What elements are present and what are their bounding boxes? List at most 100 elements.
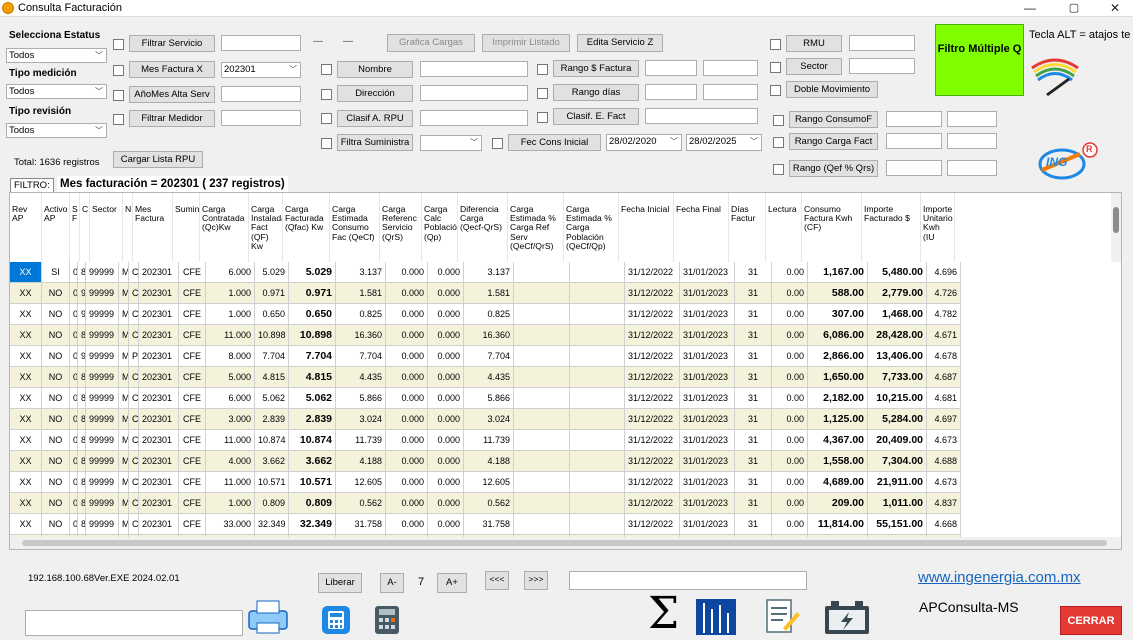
table-cell[interactable]: 0.562	[336, 493, 386, 514]
table-cell[interactable]	[570, 430, 625, 451]
table-cell[interactable]: 31	[735, 367, 772, 388]
table-cell[interactable]: 4.678	[927, 346, 961, 367]
rango-qef-button[interactable]: Rango (Qef % Qrs)	[789, 160, 878, 177]
table-cell[interactable]: 99999	[86, 472, 119, 493]
table-cell[interactable]	[514, 409, 570, 430]
table-cell[interactable]: 4.668	[927, 514, 961, 535]
table-cell[interactable]: 99999	[86, 493, 119, 514]
table-cell[interactable]: 0.562	[464, 493, 514, 514]
table-cell[interactable]: 4.815	[289, 367, 336, 388]
table-cell[interactable]	[514, 304, 570, 325]
table-cell[interactable]: M	[119, 388, 129, 409]
table-cell[interactable]: C	[129, 304, 139, 325]
nombre-input[interactable]	[420, 61, 528, 77]
table-cell[interactable]: XX	[10, 367, 42, 388]
table-cell[interactable]: 0.000	[428, 346, 464, 367]
revision-select[interactable]: Todos ﹀	[6, 123, 107, 138]
table-cell[interactable]: 0.	[70, 409, 78, 430]
table-cell[interactable]: 0.	[70, 472, 78, 493]
table-cell[interactable]: 99999	[86, 430, 119, 451]
table-cell[interactable]: M	[119, 346, 129, 367]
table-cell[interactable]	[570, 283, 625, 304]
table-cell[interactable]: M	[119, 451, 129, 472]
direccion-input[interactable]	[420, 85, 528, 101]
table-cell[interactable]: CFE	[179, 304, 206, 325]
table-cell[interactable]: 7,733.00	[868, 367, 927, 388]
mes-factura-button[interactable]: Mes Factura X	[129, 61, 215, 78]
rango-factura-checkbox[interactable]	[537, 64, 548, 75]
table-cell[interactable]: 202301	[139, 388, 179, 409]
column-header[interactable]: Diferencia Carga (Qecf-QrS)	[458, 193, 508, 262]
rango-factura-button[interactable]: Rango $ Factura	[553, 60, 639, 77]
table-cell[interactable]: 5.062	[255, 388, 289, 409]
table-cell[interactable]: XX	[10, 304, 42, 325]
table-cell[interactable]: 0.000	[386, 493, 428, 514]
table-cell[interactable]: XX	[10, 325, 42, 346]
table-cell[interactable]: 11.739	[464, 430, 514, 451]
table-cell[interactable]: 10,215.00	[868, 388, 927, 409]
table-cell[interactable]: 0.000	[386, 325, 428, 346]
estatus-select[interactable]: Todos ﹀	[6, 48, 107, 63]
table-cell[interactable]: 307.00	[808, 304, 868, 325]
table-cell[interactable]: XX	[10, 346, 42, 367]
table-cell[interactable]: 9.	[78, 304, 86, 325]
table-cell[interactable]: M	[119, 430, 129, 451]
rango-consumo-min[interactable]	[886, 111, 942, 127]
rango-dias-min[interactable]	[645, 84, 697, 100]
column-header[interactable]: Activo AP	[42, 193, 70, 262]
table-cell[interactable]: 99999	[86, 283, 119, 304]
table-cell[interactable]: 99999	[86, 304, 119, 325]
table-cell[interactable]: 4.673	[927, 472, 961, 493]
font-increase-button[interactable]: A+	[437, 573, 467, 593]
table-cell[interactable]: 0.	[70, 430, 78, 451]
minimize-button[interactable]: —	[1016, 0, 1044, 17]
table-cell[interactable]: 202301	[139, 472, 179, 493]
table-cell[interactable]: 31/12/2022	[625, 346, 680, 367]
table-cell[interactable]: 4.815	[255, 367, 289, 388]
table-cell[interactable]: XX	[10, 514, 42, 535]
table-cell[interactable]: CFE	[179, 514, 206, 535]
medicion-select[interactable]: Todos ﹀	[6, 84, 107, 99]
table-cell[interactable]: 31	[735, 262, 772, 283]
table-cell[interactable]: 31/01/2023	[680, 430, 735, 451]
table-cell[interactable]: 5.866	[464, 388, 514, 409]
table-cell[interactable]: 31/01/2023	[680, 262, 735, 283]
table-cell[interactable]: 4.696	[927, 262, 961, 283]
table-cell[interactable]: 31	[735, 430, 772, 451]
table-cell[interactable]: 10.874	[255, 430, 289, 451]
rango-carga-min[interactable]	[886, 133, 942, 149]
table-cell[interactable]: 0.00	[772, 472, 808, 493]
results-grid[interactable]: Rev AP Activo AP S F C Sector N Mes Factura Sum…	[9, 192, 1122, 550]
table-cell[interactable]: C	[129, 493, 139, 514]
table-cell[interactable]: 0.000	[386, 409, 428, 430]
table-cell[interactable]: 8.	[78, 325, 86, 346]
column-header[interactable]: Carga Estimada Consumo Fac (QeCf)	[330, 193, 380, 262]
table-cell[interactable]: CFE	[179, 472, 206, 493]
table-cell[interactable]: 21,911.00	[868, 472, 927, 493]
table-cell[interactable]: 0.000	[428, 493, 464, 514]
table-cell[interactable]: CFE	[179, 325, 206, 346]
table-cell[interactable]: 0.	[70, 514, 78, 535]
table-cell[interactable]: 0.00	[772, 430, 808, 451]
mes-factura-checkbox[interactable]	[113, 65, 124, 76]
table-cell[interactable]: 3.024	[464, 409, 514, 430]
table-cell[interactable]: 202301	[139, 346, 179, 367]
table-cell[interactable]: XX	[10, 262, 42, 283]
close-button[interactable]: ✕	[1101, 0, 1129, 17]
table-cell[interactable]: 6.000	[206, 388, 255, 409]
table-cell[interactable]: 31	[735, 346, 772, 367]
table-cell[interactable]: 55,151.00	[868, 514, 927, 535]
table-cell[interactable]: 0.000	[428, 367, 464, 388]
table-cell[interactable]: 0.650	[255, 304, 289, 325]
table-cell[interactable]: 10.571	[255, 472, 289, 493]
medidor-input[interactable]	[221, 110, 301, 126]
table-cell[interactable]	[514, 346, 570, 367]
table-cell[interactable]: 99999	[86, 367, 119, 388]
table-cell[interactable]: 31	[735, 472, 772, 493]
rango-consumo-checkbox[interactable]	[773, 115, 784, 126]
table-cell[interactable]: XX	[10, 388, 42, 409]
direccion-checkbox[interactable]	[321, 89, 332, 100]
mes-factura-select[interactable]: 202301 ﹀	[221, 62, 301, 78]
table-cell[interactable]: 1,125.00	[808, 409, 868, 430]
table-cell[interactable]: 10.874	[289, 430, 336, 451]
